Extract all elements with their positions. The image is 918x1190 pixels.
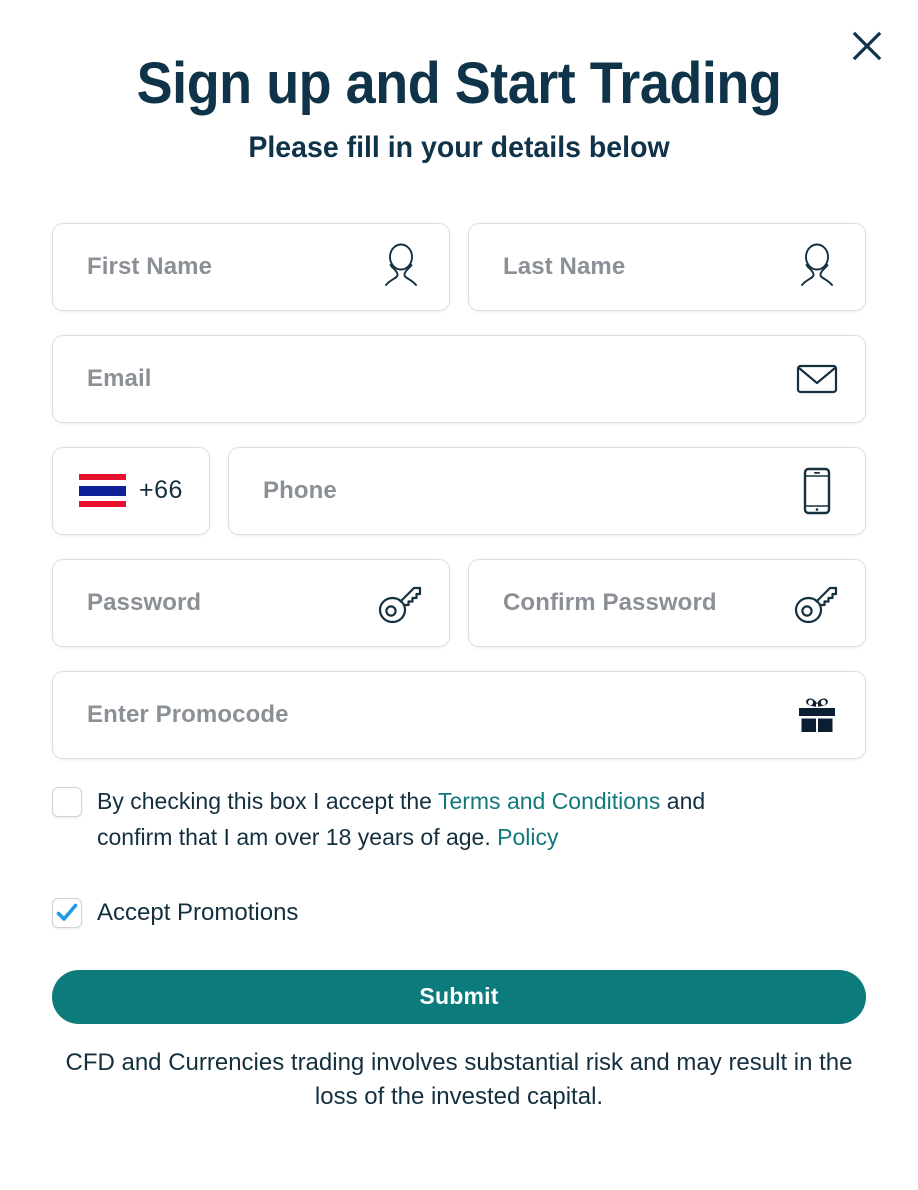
terms-and-conditions-link[interactable]: Terms and Conditions (438, 788, 660, 814)
accept-promotions-checkbox[interactable] (52, 897, 82, 928)
submit-wrapper: Submit (0, 969, 918, 1024)
first-name-field[interactable]: First Name (52, 222, 450, 311)
checkmark-icon (56, 903, 78, 923)
gift-icon (791, 691, 843, 739)
phone-field[interactable]: Phone (228, 446, 866, 535)
phone-input[interactable]: Phone (263, 477, 791, 505)
signup-form: First Name Last Name Email +66 Phone Pas… (0, 222, 918, 759)
name-row: First Name Last Name (52, 222, 866, 311)
country-code-selector[interactable]: +66 (52, 446, 210, 535)
confirm-password-input[interactable]: Confirm Password (503, 589, 791, 617)
email-field[interactable]: Email (52, 334, 866, 423)
promocode-row: Enter Promocode (52, 670, 866, 759)
promotions-row: Accept Promotions (0, 897, 918, 928)
first-name-input[interactable]: First Name (87, 253, 375, 281)
policy-link[interactable]: Policy (497, 824, 558, 850)
page-subtitle: Please fill in your details below (248, 130, 670, 164)
thailand-flag-icon (79, 474, 127, 508)
terms-row: By checking this box I accept the Terms … (0, 783, 918, 856)
password-input[interactable]: Password (87, 589, 375, 617)
key-icon (791, 579, 843, 627)
phone-row: +66 Phone (52, 446, 866, 535)
smartphone-icon (791, 466, 843, 516)
email-input[interactable]: Email (87, 365, 791, 393)
envelope-icon (791, 362, 843, 396)
email-row: Email (52, 334, 866, 423)
person-icon (791, 243, 843, 291)
last-name-input[interactable]: Last Name (503, 253, 791, 281)
password-field[interactable]: Password (52, 558, 450, 647)
dial-code-label: +66 (139, 476, 183, 505)
header: Sign up and Start Trading Please fill in… (0, 0, 918, 165)
terms-text-part1: By checking this box I accept the (97, 787, 438, 814)
submit-button[interactable]: Submit (52, 969, 866, 1024)
promocode-input[interactable]: Enter Promocode (87, 701, 791, 729)
accept-promotions-label: Accept Promotions (97, 898, 299, 926)
confirm-password-field[interactable]: Confirm Password (468, 558, 866, 647)
key-icon (375, 579, 427, 627)
password-row: Password Confirm Password (52, 558, 866, 647)
terms-checkbox[interactable] (52, 786, 82, 817)
promocode-field[interactable]: Enter Promocode (52, 670, 866, 759)
terms-text: By checking this box I accept the Terms … (97, 783, 757, 856)
risk-disclaimer: CFD and Currencies trading involves subs… (65, 1048, 853, 1110)
page-title: Sign up and Start Trading (136, 51, 782, 116)
last-name-field[interactable]: Last Name (468, 222, 866, 311)
person-icon (375, 243, 427, 291)
